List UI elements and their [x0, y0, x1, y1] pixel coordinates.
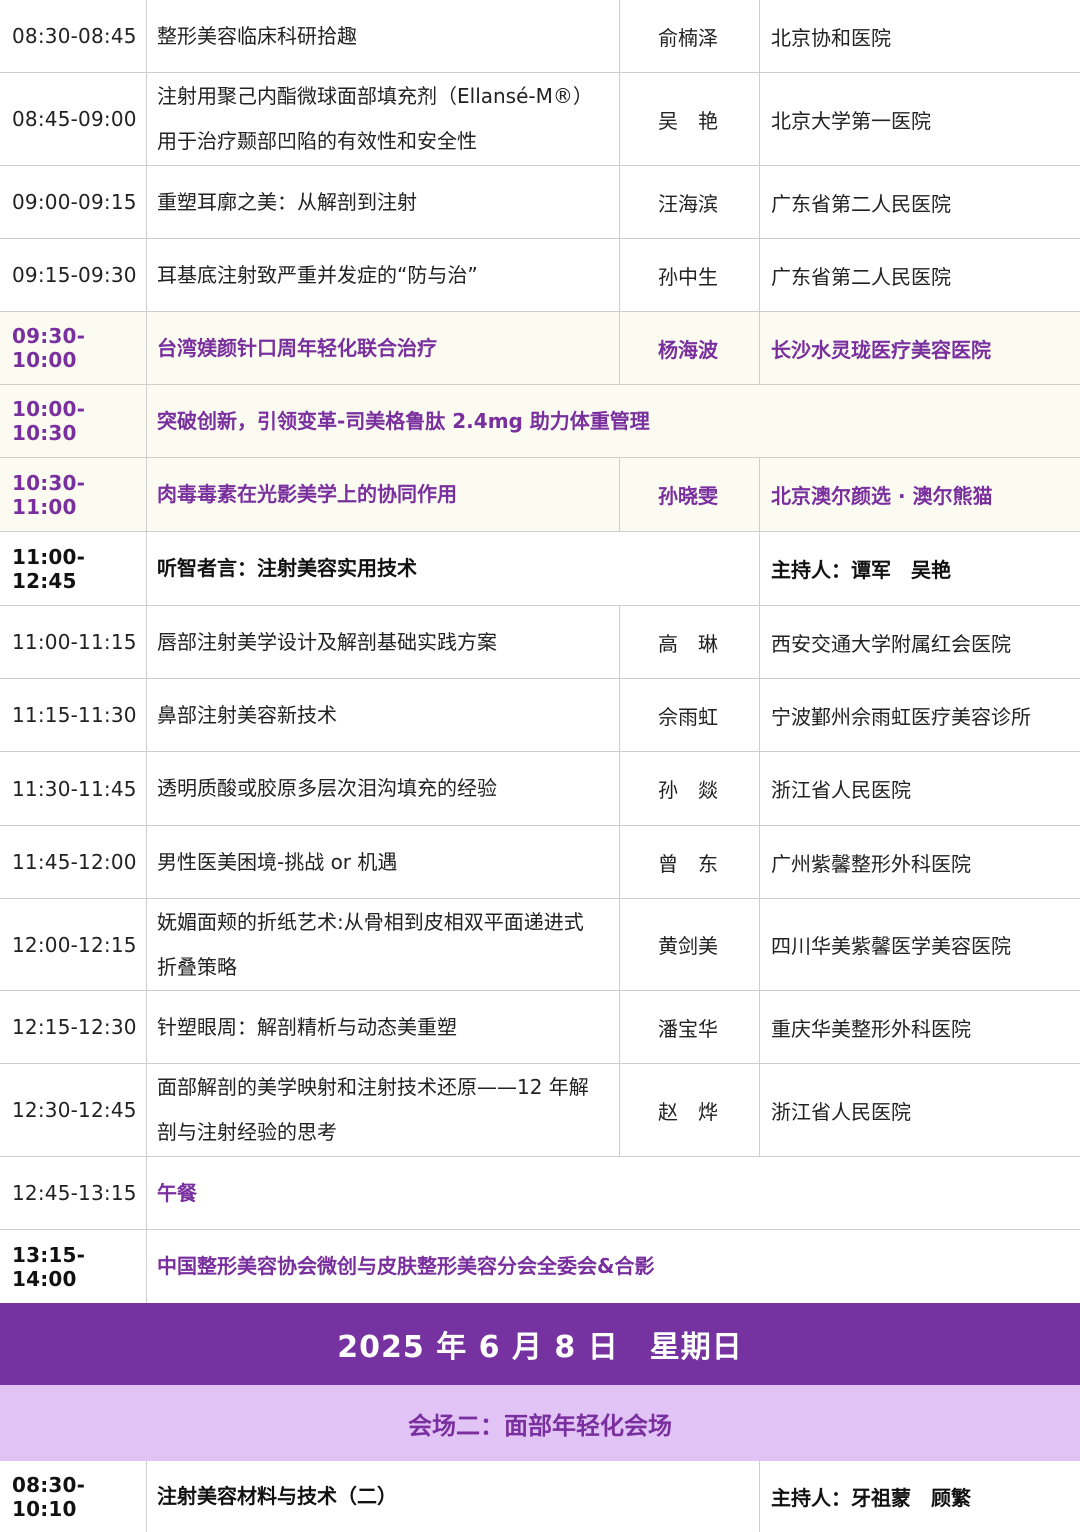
speaker-cell: 高 琳	[620, 606, 760, 678]
institution-cell: 长沙水灵珑医疗美容医院	[771, 337, 991, 362]
time-cell: 10:30-11:00	[0, 458, 147, 531]
topic-cell: 突破创新，引领变革-司美格鲁肽 2.4mg 助力体重管理	[157, 408, 650, 433]
institution-cell: 浙江省人民医院	[771, 778, 911, 802]
agenda-row: 12:00-12:15 妩媚面颊的折纸艺术:从骨相到皮相双平面递进式 折叠策略 …	[0, 899, 1080, 991]
institution-cell: 广州紫馨整形外科医院	[771, 851, 971, 876]
speaker-cell: 潘宝华	[620, 991, 760, 1063]
agenda-row: 08:30-08:45 整形美容临床科研拾趣 俞楠泽 北京协和医院	[0, 0, 1080, 73]
agenda-row: 12:15-12:30 针塑眼周：解剖精析与动态美重塑 潘宝华 重庆华美整形外科…	[0, 991, 1080, 1064]
venue-banner: 会场二：面部年轻化会场	[0, 1385, 1080, 1461]
session-host: 主持人：谭军 吴艳	[771, 558, 951, 582]
time-cell: 12:30-12:45	[0, 1064, 147, 1156]
institution-cell: 四川华美紫馨医学美容医院	[771, 934, 1011, 958]
institution-cell: 广东省第二人民医院	[771, 191, 951, 216]
session-title: 注射美容材料与技术（二）	[147, 1461, 760, 1532]
time-cell: 12:00-12:15	[0, 899, 147, 990]
topic-cell: 整形美容临床科研拾趣	[147, 0, 620, 72]
topic-cell: 重塑耳廓之美：从解剖到注射	[147, 166, 620, 238]
time-cell: 12:15-12:30	[0, 991, 147, 1063]
agenda-row: 09:00-09:15 重塑耳廓之美：从解剖到注射 汪海滨 广东省第二人民医院	[0, 166, 1080, 239]
topic-cell: 鼻部注射美容新技术	[147, 679, 620, 751]
topic-cell: 肉毒毒素在光影美学上的协同作用	[147, 458, 620, 531]
topic-cell: 台湾媄颜针口周年轻化联合治疗	[147, 312, 620, 384]
agenda-row-sponsored: 09:30-10:00 台湾媄颜针口周年轻化联合治疗 杨海波 长沙水灵珑医疗美容…	[0, 312, 1080, 385]
speaker-cell: 黄剑美	[620, 899, 760, 990]
institution-cell: 广东省第二人民医院	[771, 264, 951, 289]
speaker-cell: 汪海滨	[620, 166, 760, 238]
topic-cell: 透明质酸或胶原多层次泪沟填充的经验	[147, 752, 620, 825]
session-header-row: 11:00-12:45 听智者言：注射美容实用技术 主持人：谭军 吴艳	[0, 532, 1080, 606]
topic-cell: 妩媚面颊的折纸艺术:从骨相到皮相双平面递进式 折叠策略	[147, 899, 620, 990]
agenda-row: 12:30-12:45 面部解剖的美学映射和注射技术还原——12 年解 剖与注射…	[0, 1064, 1080, 1157]
agenda-row: 11:00-11:15 唇部注射美学设计及解剖基础实践方案 高 琳 西安交通大学…	[0, 606, 1080, 679]
time-cell: 09:00-09:15	[0, 166, 147, 238]
agenda-row: 09:15-09:30 耳基底注射致严重并发症的“防与治” 孙中生 广东省第二人…	[0, 239, 1080, 312]
institution-cell: 西安交通大学附属红会医院	[771, 631, 1011, 656]
agenda-row: 11:15-11:30 鼻部注射美容新技术 佘雨虹 宁波鄞州佘雨虹医疗美容诊所	[0, 679, 1080, 752]
time-cell: 08:45-09:00	[0, 73, 147, 165]
topic-cell: 耳基底注射致严重并发症的“防与治”	[147, 239, 620, 311]
speaker-cell: 吴 艳	[620, 73, 760, 165]
topic-cell: 午餐	[157, 1180, 197, 1205]
time-cell: 08:30-08:45	[0, 0, 147, 72]
institution-cell: 北京大学第一医院	[771, 108, 931, 133]
topic-cell: 面部解剖的美学映射和注射技术还原——12 年解 剖与注射经验的思考	[147, 1064, 620, 1156]
agenda-page: 08:30-08:45 整形美容临床科研拾趣 俞楠泽 北京协和医院 08:45-…	[0, 0, 1080, 1532]
institution-cell: 宁波鄞州佘雨虹医疗美容诊所	[771, 704, 1031, 729]
time-cell: 11:45-12:00	[0, 826, 147, 898]
institution-cell: 北京澳尔颜选 · 澳尔熊猫	[771, 484, 993, 508]
time-cell: 11:00-11:15	[0, 606, 147, 678]
session-host: 主持人：牙祖蒙 顾繁	[771, 1486, 971, 1510]
topic-cell: 注射用聚己内酯微球面部填充剂（Ellansé-M®） 用于治疗颞部凹陷的有效性和…	[147, 73, 620, 165]
agenda-row-sponsored: 10:00-10:30 突破创新，引领变革-司美格鲁肽 2.4mg 助力体重管理	[0, 385, 1080, 458]
speaker-cell: 孙晓雯	[620, 458, 760, 531]
time-cell: 10:00-10:30	[0, 385, 147, 457]
agenda-row: 11:30-11:45 透明质酸或胶原多层次泪沟填充的经验 孙 燚 浙江省人民医…	[0, 752, 1080, 826]
institution-cell: 北京协和医院	[771, 25, 891, 50]
time-cell: 09:30-10:00	[0, 312, 147, 384]
speaker-cell: 曾 东	[620, 826, 760, 898]
institution-cell: 重庆华美整形外科医院	[771, 1016, 971, 1041]
topic-cell: 针塑眼周：解剖精析与动态美重塑	[147, 991, 620, 1063]
time-cell: 09:15-09:30	[0, 239, 147, 311]
speaker-cell: 俞楠泽	[620, 0, 760, 72]
time-cell: 11:15-11:30	[0, 679, 147, 751]
agenda-row: 11:45-12:00 男性医美困境-挑战 or 机遇 曾 东 广州紫馨整形外科…	[0, 826, 1080, 899]
speaker-cell: 杨海波	[620, 312, 760, 384]
institution-cell: 浙江省人民医院	[771, 1099, 911, 1124]
speaker-cell: 孙 燚	[620, 752, 760, 825]
agenda-row-meeting: 13:15-14:00 中国整形美容协会微创与皮肤整形美容分会全委会&合影	[0, 1230, 1080, 1303]
session-header-row: 08:30-10:10 注射美容材料与技术（二） 主持人：牙祖蒙 顾繁	[0, 1461, 1080, 1532]
topic-cell: 男性医美困境-挑战 or 机遇	[147, 826, 620, 898]
agenda-row: 08:45-09:00 注射用聚己内酯微球面部填充剂（Ellansé-M®） 用…	[0, 73, 1080, 166]
time-cell: 11:00-12:45	[0, 532, 147, 605]
time-cell: 08:30-10:10	[0, 1461, 147, 1532]
session-title: 听智者言：注射美容实用技术	[147, 532, 760, 605]
agenda-row-sponsored: 10:30-11:00 肉毒毒素在光影美学上的协同作用 孙晓雯 北京澳尔颜选 ·…	[0, 458, 1080, 532]
time-cell: 11:30-11:45	[0, 752, 147, 825]
time-cell: 12:45-13:15	[0, 1157, 147, 1229]
topic-cell: 唇部注射美学设计及解剖基础实践方案	[147, 606, 620, 678]
speaker-cell: 佘雨虹	[620, 679, 760, 751]
speaker-cell: 赵 烨	[620, 1064, 760, 1156]
date-banner: 2025 年 6 月 8 日 星期日	[0, 1303, 1080, 1385]
time-cell: 13:15-14:00	[0, 1230, 147, 1303]
speaker-cell: 孙中生	[620, 239, 760, 311]
topic-cell: 中国整形美容协会微创与皮肤整形美容分会全委会&合影	[157, 1254, 655, 1278]
agenda-row-break: 12:45-13:15 午餐	[0, 1157, 1080, 1230]
